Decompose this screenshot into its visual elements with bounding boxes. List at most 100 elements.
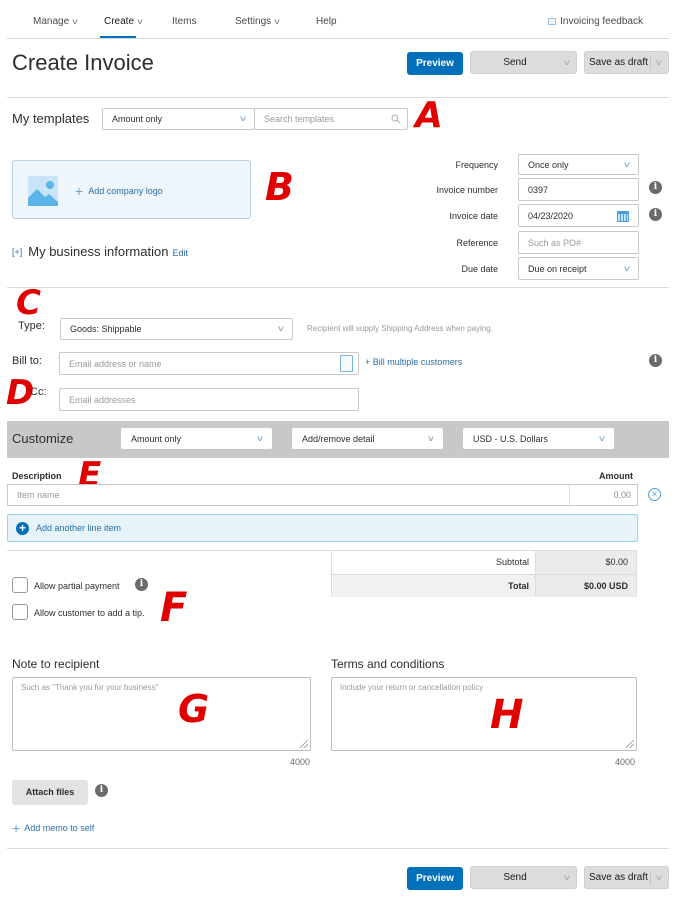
divider (7, 848, 669, 849)
add-line-item-button[interactable]: + Add another line item (7, 514, 638, 542)
type-value: Goods: Shippable (70, 324, 142, 334)
due-date-select[interactable]: Due on receipt ∨ (518, 257, 639, 280)
chevron-down-icon: ∨ (622, 159, 632, 169)
invoice-number-input[interactable]: 0397 (518, 178, 639, 201)
chevron-down-icon: ∨ (276, 324, 286, 334)
footer-send-button[interactable]: Send ∨ (470, 866, 577, 889)
bill-to-label: Bill to: (12, 355, 42, 367)
memo-label: Add memo to self (24, 823, 95, 833)
type-label: Type: (18, 320, 45, 332)
divider (569, 485, 570, 505)
info-icon[interactable]: i (649, 354, 662, 367)
preview-button[interactable]: Preview (407, 52, 463, 75)
item-amount-input[interactable]: 0.00 (613, 490, 631, 500)
frequency-select[interactable]: Once only ∨ (518, 154, 639, 175)
nav-settings-label: Settings (235, 16, 272, 27)
annotation-c: C (16, 283, 41, 323)
reference-input[interactable]: Such as PO# (518, 231, 639, 254)
chevron-down-icon[interactable]: ∨ (563, 52, 572, 73)
page-title: Create Invoice (12, 50, 154, 75)
info-icon[interactable]: i (95, 784, 108, 797)
due-date-value: Due on receipt (528, 263, 587, 274)
search-icon (391, 114, 401, 124)
annotation-b: B (265, 165, 294, 209)
bill-multiple-customers-link[interactable]: + Bill multiple customers (365, 357, 462, 367)
terms-label: Terms and conditions (331, 657, 445, 671)
divider (650, 870, 651, 885)
speech-bubble-icon (548, 18, 557, 25)
save-draft-label: Save as draft (589, 872, 648, 883)
partial-payment-checkbox[interactable] (12, 577, 28, 593)
layout-value: Amount only (131, 433, 182, 444)
due-date-label: Due date (461, 264, 498, 274)
add-memo-link[interactable]: + Add memo to self (12, 820, 94, 836)
totals-table: Subtotal $0.00 Total $0.00 USD (331, 550, 637, 597)
nav-create[interactable]: Create ∨ (104, 16, 145, 27)
search-templates-input[interactable]: Search templates (254, 108, 408, 130)
reference-placeholder: Such as PO# (528, 237, 582, 248)
subtotal-row: Subtotal $0.00 (332, 551, 636, 574)
divider (650, 55, 651, 70)
chevron-down-icon: ∨ (135, 17, 145, 26)
annotation-g: G (178, 687, 210, 731)
footer-save-draft-button[interactable]: Save as draft ∨ (584, 866, 669, 889)
attach-files-button[interactable]: Attach files (12, 780, 88, 805)
add-company-logo-link[interactable]: + Add company logo (75, 183, 163, 199)
total-label: Total (508, 581, 529, 591)
invoice-date-value: 04/23/2020 (528, 210, 574, 221)
expand-toggle[interactable]: [+] (12, 247, 22, 257)
plus-icon: + (12, 820, 21, 836)
add-logo-area[interactable]: + Add company logo (12, 160, 251, 219)
detail-select[interactable]: Add/remove detail ∨ (292, 428, 443, 449)
templates-label: My templates (12, 111, 90, 126)
divider (7, 287, 669, 288)
resize-handle[interactable] (626, 740, 634, 748)
total-value: $0.00 USD (583, 581, 628, 591)
resize-handle[interactable] (300, 740, 308, 748)
note-textarea[interactable]: Such as "Thank you for your business" (12, 677, 311, 751)
note-placeholder: Such as "Thank you for your business" (21, 683, 159, 692)
top-nav: Manage ∨ Create ∨ Items Settings ∨ Help Inv… (0, 0, 676, 38)
template-value: Amount only (112, 114, 163, 124)
chevron-down-icon[interactable]: ∨ (655, 52, 664, 73)
info-icon[interactable]: i (135, 578, 148, 591)
terms-textarea[interactable]: Include your return or cancellation poli… (331, 677, 637, 751)
nav-manage[interactable]: Manage ∨ (33, 16, 79, 27)
bill-to-placeholder: Email address or name (69, 358, 162, 369)
tip-checkbox[interactable] (12, 604, 28, 620)
type-select[interactable]: Goods: Shippable ∨ (60, 318, 293, 340)
save-draft-label: Save as draft (589, 57, 648, 68)
nav-settings[interactable]: Settings ∨ (235, 16, 281, 27)
cc-label: Cc: (30, 386, 47, 398)
info-icon[interactable]: i (649, 181, 662, 194)
contacts-icon[interactable] (340, 355, 353, 372)
invoice-date-input[interactable]: 04/23/2020 (518, 204, 639, 227)
nav-divider (7, 38, 669, 39)
invoicing-feedback-link[interactable]: Invoicing feedback (548, 16, 643, 27)
info-icon[interactable]: i (649, 208, 662, 221)
partial-payment-label: Allow partial payment (34, 581, 120, 591)
plus-icon: + (75, 183, 84, 199)
chevron-down-icon[interactable]: ∨ (563, 867, 572, 888)
send-button[interactable]: Send ∨ (470, 51, 577, 74)
detail-value: Add/remove detail (302, 433, 375, 444)
nav-items[interactable]: Items (172, 16, 196, 27)
frequency-label: Frequency (455, 160, 498, 170)
currency-select[interactable]: USD - U.S. Dollars ∨ (463, 428, 614, 449)
calendar-icon[interactable] (617, 211, 629, 222)
edit-business-link[interactable]: Edit (172, 248, 188, 258)
chevron-down-icon: ∨ (622, 263, 632, 273)
invoice-number-value: 0397 (528, 184, 549, 195)
business-info-section: [+] My business information Edit (12, 244, 188, 259)
note-counter: 4000 (290, 757, 311, 767)
item-name-input[interactable]: Item name (17, 490, 60, 500)
cc-input[interactable]: Email addresses (59, 388, 359, 411)
template-select[interactable]: Amount only ∨ (102, 108, 255, 130)
layout-select[interactable]: Amount only ∨ (121, 428, 272, 449)
bill-to-input[interactable]: Email address or name (59, 352, 359, 375)
save-draft-button[interactable]: Save as draft ∨ (584, 51, 669, 74)
footer-preview-button[interactable]: Preview (407, 867, 463, 890)
remove-line-icon[interactable]: × (648, 488, 661, 501)
nav-help[interactable]: Help (316, 16, 337, 27)
chevron-down-icon[interactable]: ∨ (655, 867, 664, 888)
